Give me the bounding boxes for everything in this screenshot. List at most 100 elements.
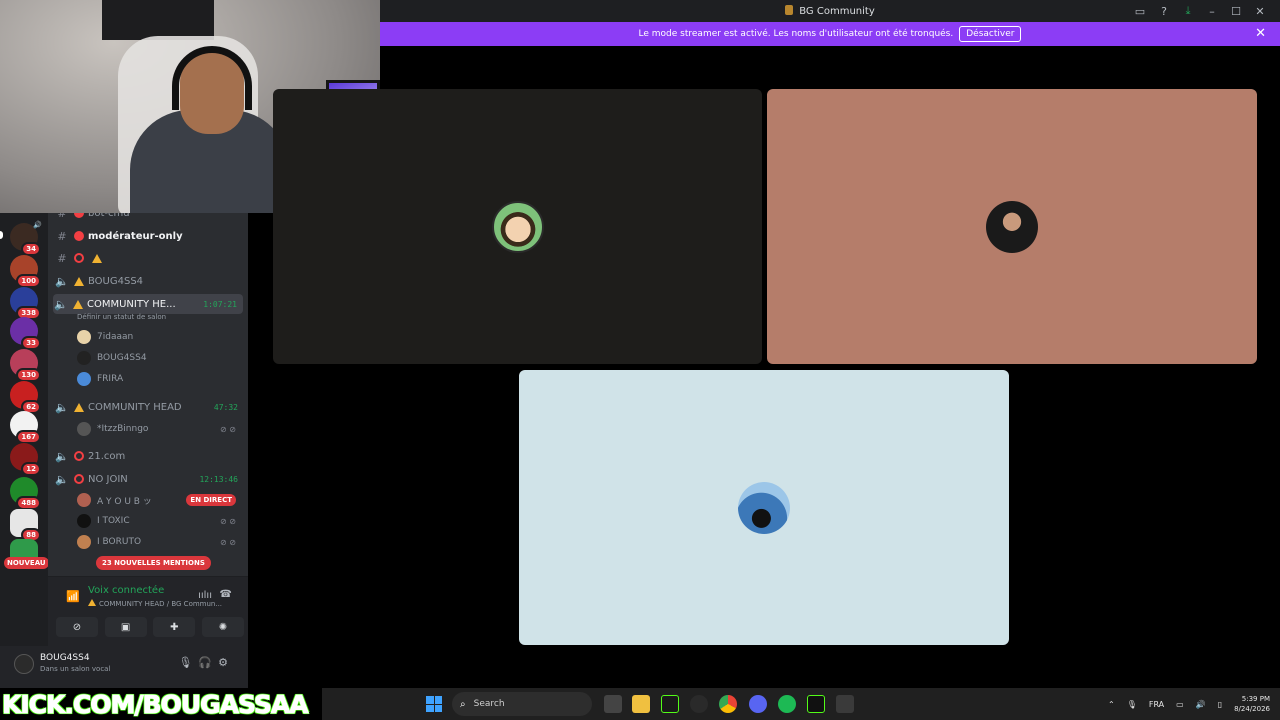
voice-user[interactable]: A Y O U B ッ EN DIRECT — [77, 491, 242, 509]
chevron-up-icon[interactable]: ⌃ — [1108, 700, 1115, 709]
server-icon[interactable]: 100 — [10, 255, 41, 288]
maximize-button[interactable]: ☐ — [1224, 0, 1248, 22]
user-name: I TOXIC — [97, 516, 130, 526]
channel-name: modérateur-only — [88, 230, 183, 242]
microphone-icon[interactable]: 🎙 — [1127, 700, 1137, 709]
app-icon[interactable] — [807, 695, 825, 713]
voice-channel-community-head-active[interactable]: 🔈 COMMUNITY HE... 1:07:21 — [53, 294, 243, 314]
help-icon[interactable]: ? — [1152, 0, 1176, 22]
avatar[interactable] — [14, 654, 34, 674]
camera-off-button[interactable]: ⊘ — [56, 617, 98, 637]
voice-actions: ⊘ ▣ ✚ ✺ — [56, 617, 244, 637]
disconnect-icon[interactable]: ☎ — [220, 589, 232, 600]
server-icon[interactable]: 33 — [10, 317, 41, 350]
user-name: *ItzzBinngo — [97, 424, 149, 434]
headphones-icon[interactable]: 🎧 — [198, 656, 218, 669]
avatar — [77, 514, 91, 528]
speaker-icon: 🔈 — [55, 400, 69, 414]
voice-user[interactable]: BOUG4SS4 — [77, 349, 242, 367]
video-tile[interactable] — [767, 89, 1257, 364]
server-icon[interactable]: 88 — [10, 509, 41, 542]
avatar — [77, 330, 91, 344]
warning-icon — [88, 599, 96, 606]
status-icon — [74, 213, 84, 218]
minimize-button[interactable]: – — [1200, 0, 1224, 22]
new-mentions-button[interactable]: 23 NOUVELLES MENTIONS — [96, 556, 211, 570]
server-icon[interactable]: 338 — [10, 287, 41, 320]
volume-icon[interactable]: 🔊 — [1196, 700, 1206, 709]
voice-user[interactable]: FRIRA — [77, 370, 242, 388]
windows-taskbar: ⌕ Search ⌃ 🎙 FRA ▭ 🔊 ▯ 5:39 PM 8/24/2026 — [322, 688, 1280, 720]
channel-warning[interactable]: # — [54, 248, 244, 268]
channel-name: COMMUNITY HEAD — [88, 401, 182, 413]
avatar — [77, 351, 91, 365]
voice-channel-boug4ss4[interactable]: 🔈 BOUG4SS4 — [54, 271, 244, 291]
voice-user[interactable]: I BORUTO ⊘ ⊘ — [77, 533, 242, 551]
taskbar-search[interactable]: ⌕ Search — [452, 692, 592, 716]
video-tile[interactable] — [519, 370, 1009, 645]
download-icon[interactable]: ⤓ — [1176, 0, 1200, 22]
voice-channel-21com[interactable]: 🔈 21.com — [54, 446, 244, 466]
window-titlebar: BG Community ▭ ? ⤓ – ☐ ✕ — [380, 0, 1280, 22]
speaker-icon: 🔈 — [55, 274, 69, 288]
voice-connected-panel: 📶 Voix connectée COMMUNITY HEAD / BG Com… — [48, 576, 248, 646]
disable-streamer-mode-button[interactable]: Désactiver — [959, 26, 1022, 42]
webcam-shadow — [102, 0, 214, 40]
battery-icon[interactable]: ▯ — [1218, 700, 1222, 709]
taskbar-clock[interactable]: 5:39 PM 8/24/2026 — [1234, 694, 1270, 714]
spotify-icon[interactable] — [778, 695, 796, 713]
server-icon[interactable]: 130 — [10, 349, 41, 382]
voice-timer: 12:13:46 — [199, 474, 238, 484]
microphone-icon[interactable]: 🎙 — [178, 656, 198, 669]
warning-icon — [73, 299, 83, 309]
language-indicator[interactable]: FRA — [1149, 700, 1164, 709]
voice-user[interactable]: I TOXIC ⊘ ⊘ — [77, 512, 242, 530]
noise-suppression-icon[interactable]: ıılıı — [198, 590, 212, 601]
muted-deafened-icons: ⊘ ⊘ — [220, 424, 236, 434]
voice-channel-no-join[interactable]: 🔈 NO JOIN 12:13:46 — [54, 469, 244, 489]
network-icon[interactable]: ▭ — [1176, 700, 1184, 709]
file-explorer-icon[interactable] — [632, 695, 650, 713]
text-channel-icon: # — [57, 229, 67, 243]
calculator-icon[interactable] — [836, 695, 854, 713]
blocked-icon — [74, 474, 84, 484]
settings-gear-icon[interactable]: ⚙ — [218, 656, 234, 669]
warning-icon — [74, 276, 84, 286]
blocked-icon — [74, 451, 84, 461]
close-banner-icon[interactable]: ✕ — [1255, 26, 1266, 41]
soundboard-button[interactable]: ✺ — [201, 617, 244, 637]
channel-bot-cmd[interactable]: # bot-cmd — [54, 213, 244, 223]
user-panel-name[interactable]: BOUG4SS4 — [40, 653, 90, 663]
server-icon[interactable]: 167 — [10, 411, 41, 444]
video-tile[interactable] — [273, 89, 762, 364]
user-name: FRIRA — [97, 374, 124, 384]
server-icon[interactable]: 488 — [10, 477, 41, 510]
participant-avatar — [491, 200, 544, 253]
voice-user[interactable]: 7idaaan — [77, 328, 242, 346]
search-icon: ⌕ — [460, 698, 466, 710]
app-icon[interactable] — [661, 695, 679, 713]
screen-share-button[interactable]: ▣ — [104, 617, 147, 637]
voice-user[interactable]: *ItzzBinngo ⊘ ⊘ — [77, 420, 242, 438]
server-icon[interactable]: 12 — [10, 443, 41, 476]
speaker-icon: 🔈 — [54, 297, 68, 311]
discord-icon[interactable] — [749, 695, 767, 713]
chrome-icon[interactable] — [719, 695, 737, 713]
clock-time: 5:39 PM — [1241, 695, 1270, 703]
server-badge: 488 — [16, 496, 41, 510]
task-view-icon[interactable] — [604, 695, 622, 713]
server-icon[interactable]: 62 — [10, 381, 41, 414]
window-controls: ▭ ? ⤓ – ☐ ✕ — [1128, 0, 1272, 22]
voice-connected-title[interactable]: Voix connectée — [88, 585, 164, 596]
search-label: Search — [473, 699, 505, 709]
windows-start-icon[interactable] — [426, 696, 442, 712]
app-icon[interactable] — [690, 695, 708, 713]
close-window-button[interactable]: ✕ — [1248, 0, 1272, 22]
voice-channel-community-head[interactable]: 🔈 COMMUNITY HEAD 47:32 — [54, 397, 244, 417]
server-icon[interactable]: 🔊 34 — [10, 221, 42, 256]
inbox-icon[interactable]: ▭ — [1128, 0, 1152, 22]
channel-moderateur-only[interactable]: # modérateur-only — [54, 226, 244, 246]
set-channel-status[interactable]: Définir un statut de salon — [77, 313, 166, 321]
activities-button[interactable]: ✚ — [153, 617, 196, 637]
user-controls: 🎙🎧⚙ — [178, 656, 234, 669]
